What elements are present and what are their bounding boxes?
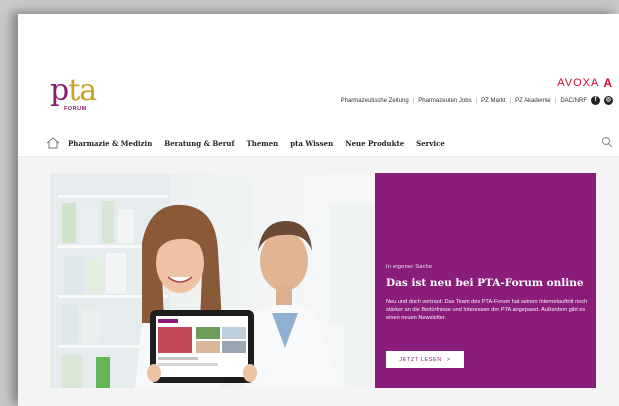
read-now-label: JETZT LESEN xyxy=(399,356,442,363)
partner-link[interactable]: PZ Akademie xyxy=(515,98,551,104)
chevron-right-icon: > xyxy=(446,356,451,363)
hero-kicker: In eigener Sache xyxy=(386,264,433,270)
separator: | xyxy=(554,97,557,104)
nav-item-themen[interactable]: Themen xyxy=(247,139,279,148)
separator: | xyxy=(412,97,415,104)
partner-link[interactable]: Pharmazeuten Jobs xyxy=(418,98,471,104)
hero-headline[interactable]: Das ist neu bei PTA-Forum online xyxy=(386,277,591,290)
publisher-name: AVOXA xyxy=(557,77,600,89)
publisher-mark: A xyxy=(603,76,613,90)
hero-teaser-text: Neu und doch vertraut: Das Team des PTA-… xyxy=(386,299,588,321)
site-logo[interactable]: pta FORUM xyxy=(50,74,110,122)
partner-link[interactable]: DAC/NRF xyxy=(560,98,587,104)
logo-subtitle: FORUM xyxy=(64,106,87,112)
main-navigation: Pharmazie & Medizin Beratung & Beruf The… xyxy=(46,135,613,151)
search-icon[interactable] xyxy=(601,136,613,148)
browser-viewport: pta FORUM AVOXA A Pharmazeutische Zeitun… xyxy=(18,14,619,406)
nav-item-neue-produkte[interactable]: Neue Produkte xyxy=(345,139,404,148)
instagram-icon[interactable]: ◎ xyxy=(604,96,613,105)
logo-ta: ta xyxy=(68,73,97,108)
publisher-logo[interactable]: AVOXA A xyxy=(557,76,613,90)
facebook-icon[interactable]: f xyxy=(591,96,600,105)
separator: | xyxy=(475,97,478,104)
nav-item-beratung-beruf[interactable]: Beratung & Beruf xyxy=(164,139,234,148)
home-icon[interactable] xyxy=(46,137,60,149)
logo-wordmark: pta xyxy=(50,73,97,108)
logo-p: p xyxy=(50,73,69,108)
pharmacy-illustration xyxy=(50,173,376,388)
partner-link[interactable]: PZ Markt xyxy=(481,98,505,104)
nav-item-service[interactable]: Service xyxy=(416,139,445,148)
hero-photo[interactable] xyxy=(50,173,376,388)
nav-item-pharmazie-medizin[interactable]: Pharmazie & Medizin xyxy=(68,139,152,148)
partner-link[interactable]: Pharmazeutische Zeitung xyxy=(341,98,409,104)
partner-links: Pharmazeutische Zeitung | Pharmazeuten J… xyxy=(341,96,613,105)
hero-teaser-panel: In eigener Sache Das ist neu bei PTA-For… xyxy=(375,173,596,388)
separator: | xyxy=(509,97,512,104)
read-now-button[interactable]: JETZT LESEN > xyxy=(386,351,464,368)
nav-item-pta-wissen[interactable]: pta Wissen xyxy=(290,139,333,148)
